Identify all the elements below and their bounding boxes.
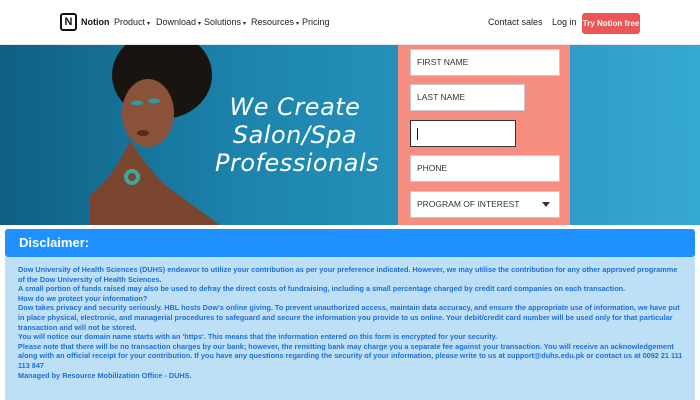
disclaimer-paragraph: Dow University of Health Sciences (DUHS)… — [18, 265, 678, 284]
disclaimer-paragraph: You will notice our domain name starts w… — [18, 332, 498, 342]
disclaimer-paragraph: A small portion of funds raised may also… — [18, 284, 626, 294]
top-navbar: N Notion Product ▾ Download ▾ Solutions ▾ R… — [0, 0, 700, 45]
login-link[interactable]: Log in — [552, 17, 577, 27]
contact-sales-link[interactable]: Contact sales — [488, 17, 543, 27]
disclaimer-body: Dow University of Health Sciences (DUHS)… — [5, 257, 695, 400]
nav-pricing[interactable]: Pricing — [302, 17, 330, 27]
chevron-down-icon: ▾ — [296, 21, 300, 27]
headline-line: Professionals — [215, 149, 380, 177]
brand-name[interactable]: Notion — [81, 17, 110, 27]
chevron-down-icon: ▾ — [147, 21, 151, 27]
disclaimer-paragraph: Managed by Resource Mobilization Office … — [18, 370, 192, 380]
last-name-field[interactable]: LAST NAME — [410, 84, 525, 111]
chevron-down-icon: ▾ — [243, 21, 247, 27]
dropdown-arrow-icon — [542, 202, 550, 207]
text-cursor — [417, 127, 418, 140]
notion-logo-icon[interactable]: N — [60, 13, 77, 31]
disclaimer-paragraph: Dow takes privacy and security seriously… — [18, 303, 680, 332]
signup-form: FIRST NAME LAST NAME PHONE PROGRAM OF IN… — [398, 45, 570, 225]
nav-product-label: Product — [114, 17, 146, 27]
headline-line: Salon/Spa — [232, 121, 358, 149]
email-field[interactable] — [410, 120, 516, 147]
nav-resources[interactable]: Resources ▾ — [251, 17, 299, 27]
phone-field[interactable]: PHONE — [410, 155, 560, 182]
nav-resources-label: Resources — [251, 17, 295, 27]
chevron-down-icon: ▾ — [198, 21, 202, 27]
nav-product[interactable]: Product ▾ — [114, 17, 150, 27]
nav-solutions-label: Solutions — [204, 17, 242, 27]
nav-download-label: Download — [156, 17, 197, 27]
disclaimer-paragraph: How do we protect your information? — [18, 293, 148, 303]
model-photo — [90, 45, 220, 225]
disclaimer-paragraph: Please note that there will be no transa… — [18, 341, 683, 370]
try-notion-free-button[interactable]: Try Notion free — [582, 13, 640, 34]
disclaimer-section: Disclaimer: Dow University of Health Sci… — [0, 225, 700, 400]
hero-banner: We Create Salon/Spa Professionals — [0, 45, 700, 225]
nav-download[interactable]: Download ▾ — [156, 17, 201, 27]
first-name-field[interactable]: FIRST NAME — [410, 49, 560, 76]
program-select-label: PROGRAM OF INTEREST — [417, 199, 520, 209]
headline-line: We Create — [229, 93, 361, 121]
program-of-interest-select[interactable]: PROGRAM OF INTEREST — [410, 191, 560, 218]
nav-solutions[interactable]: Solutions ▾ — [204, 17, 246, 27]
disclaimer-title: Disclaimer: — [5, 229, 695, 257]
hero-headline: We Create Salon/Spa Professionals — [215, 93, 380, 177]
